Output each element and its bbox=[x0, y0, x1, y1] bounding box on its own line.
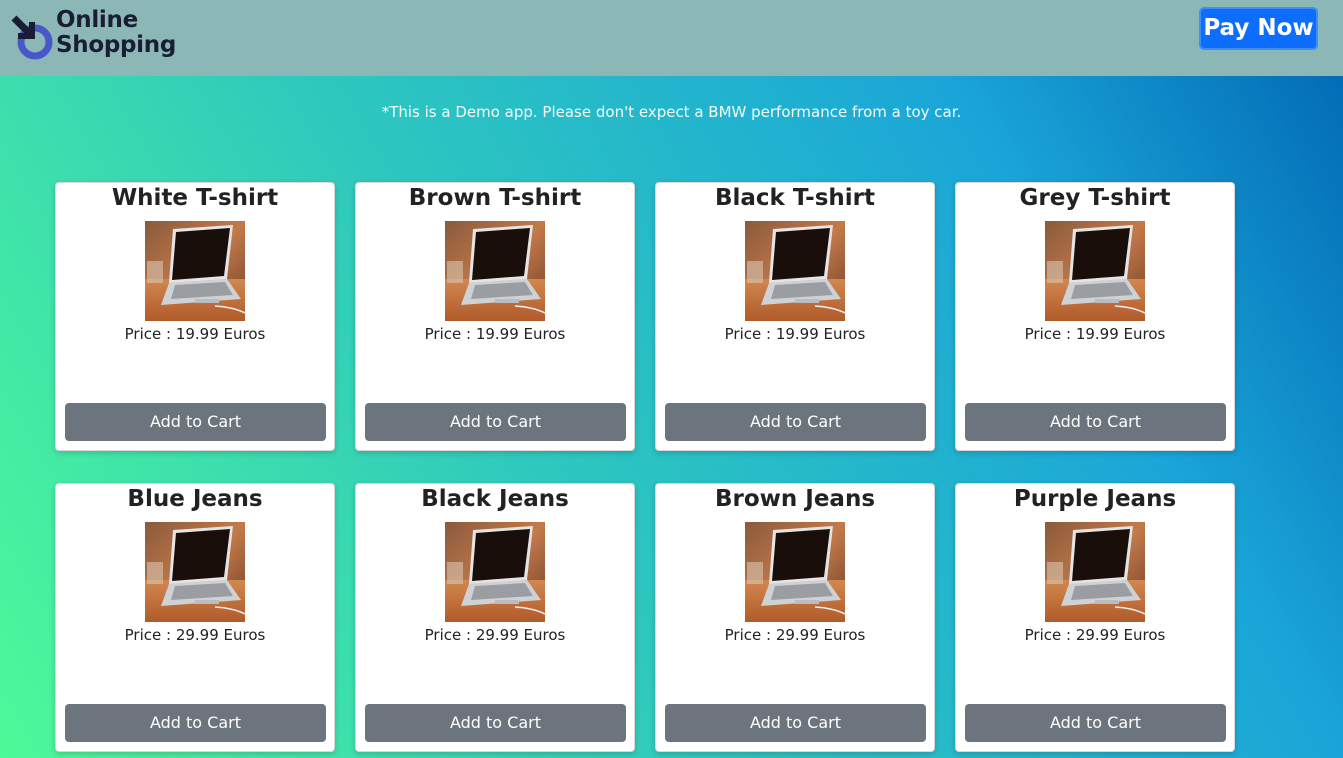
product-title: Blue Jeans bbox=[127, 486, 263, 512]
add-to-cart-button[interactable]: Add to Cart bbox=[965, 704, 1226, 742]
product-title: Brown Jeans bbox=[714, 486, 876, 512]
product-image bbox=[745, 522, 845, 622]
logo-text: Online Shopping bbox=[56, 8, 176, 58]
product-image bbox=[1045, 221, 1145, 321]
product-price: Price : 29.99 Euros bbox=[1024, 626, 1166, 644]
product-title: Grey T-shirt bbox=[1019, 185, 1171, 211]
product-image bbox=[745, 221, 845, 321]
product-card: Brown T-shirt Price : 19.99 Euros Add to… bbox=[355, 182, 635, 451]
product-card: Black T-shirt Price : 19.99 Euros Add to… bbox=[655, 182, 935, 451]
product-title: Black T-shirt bbox=[714, 185, 875, 211]
add-to-cart-button[interactable]: Add to Cart bbox=[665, 704, 926, 742]
product-image bbox=[1045, 522, 1145, 622]
product-card: Purple Jeans Price : 29.99 Euros Add to … bbox=[955, 483, 1235, 752]
product-image bbox=[445, 221, 545, 321]
logo-arrow-icon bbox=[11, 15, 53, 60]
product-card: Blue Jeans Price : 29.99 Euros Add to Ca… bbox=[55, 483, 335, 752]
add-to-cart-button[interactable]: Add to Cart bbox=[665, 403, 926, 441]
add-to-cart-button[interactable]: Add to Cart bbox=[965, 403, 1226, 441]
product-price: Price : 19.99 Euros bbox=[1024, 325, 1166, 343]
product-price: Price : 19.99 Euros bbox=[724, 325, 866, 343]
add-to-cart-button[interactable]: Add to Cart bbox=[65, 704, 326, 742]
logo-line-2: Shopping bbox=[56, 32, 176, 58]
add-to-cart-button[interactable]: Add to Cart bbox=[365, 704, 626, 742]
product-price: Price : 29.99 Euros bbox=[724, 626, 866, 644]
product-image bbox=[145, 221, 245, 321]
product-price: Price : 19.99 Euros bbox=[424, 325, 566, 343]
product-price: Price : 29.99 Euros bbox=[124, 626, 266, 644]
product-title: White T-shirt bbox=[111, 185, 279, 211]
product-price: Price : 29.99 Euros bbox=[424, 626, 566, 644]
product-title: Purple Jeans bbox=[1013, 486, 1177, 512]
top-header: Online Shopping Pay Now bbox=[0, 0, 1343, 76]
site-logo[interactable]: Online Shopping bbox=[10, 8, 210, 64]
product-title: Brown T-shirt bbox=[408, 185, 582, 211]
add-to-cart-button[interactable]: Add to Cart bbox=[365, 403, 626, 441]
product-card: White T-shirt Price : 19.99 Euros Add to… bbox=[55, 182, 335, 451]
product-card: Black Jeans Price : 29.99 Euros Add to C… bbox=[355, 483, 635, 752]
add-to-cart-button[interactable]: Add to Cart bbox=[65, 403, 326, 441]
product-image bbox=[145, 522, 245, 622]
pay-now-button[interactable]: Pay Now bbox=[1199, 7, 1318, 50]
product-image bbox=[445, 522, 545, 622]
product-card: Grey T-shirt Price : 19.99 Euros Add to … bbox=[955, 182, 1235, 451]
product-title: Black Jeans bbox=[421, 486, 569, 512]
product-card: Brown Jeans Price : 29.99 Euros Add to C… bbox=[655, 483, 935, 752]
logo-line-1: Online bbox=[56, 7, 138, 33]
product-price: Price : 19.99 Euros bbox=[124, 325, 266, 343]
demo-notice: *This is a Demo app. Please don't expect… bbox=[381, 103, 962, 121]
